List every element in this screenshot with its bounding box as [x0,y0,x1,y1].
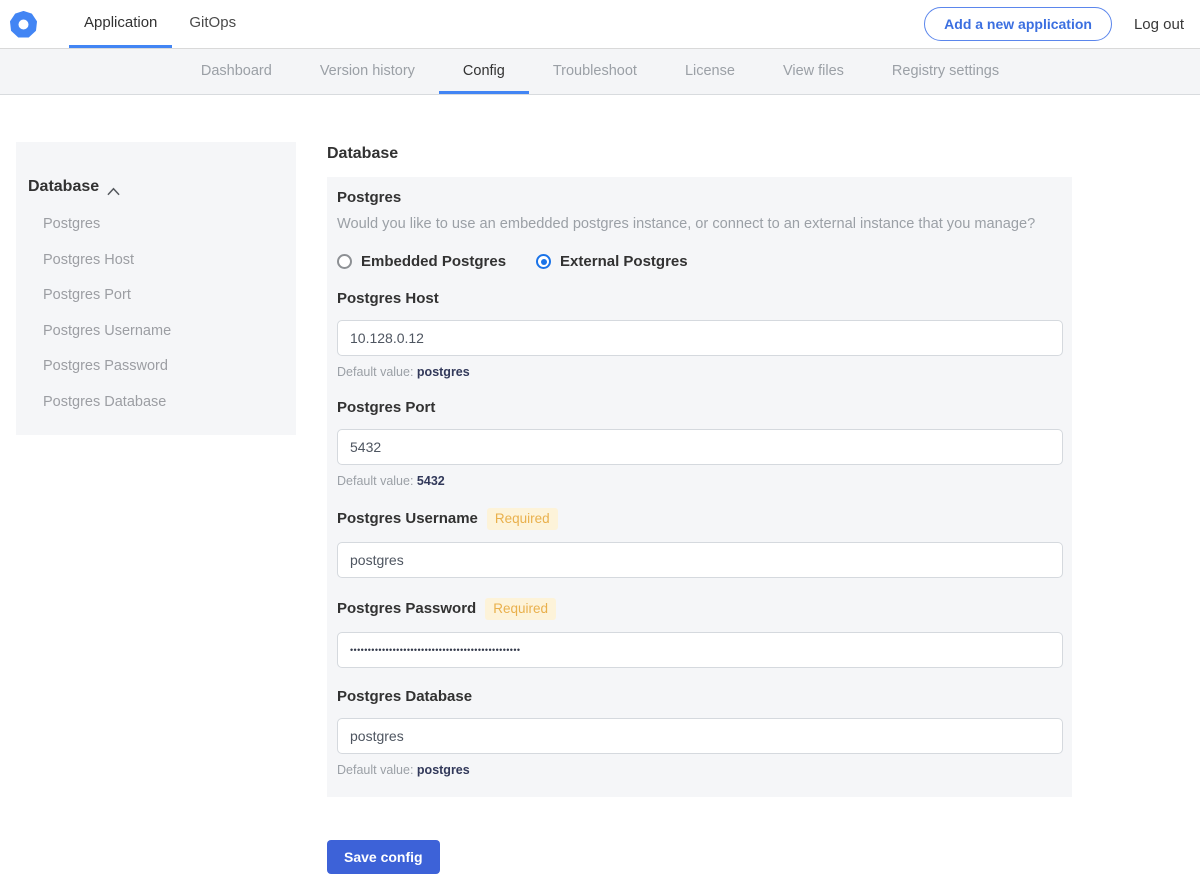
top-bar: Application GitOps Add a new application… [0,0,1200,48]
subnav-view-files[interactable]: View files [759,50,868,94]
sidebar-item-postgres-host[interactable]: Postgres Host [43,252,282,268]
field-postgres-host: Postgres Host [337,290,439,307]
subnav-dashboard[interactable]: Dashboard [177,50,296,94]
add-application-button[interactable]: Add a new application [924,7,1112,41]
tab-gitops[interactable]: GitOps [174,0,251,48]
config-layout: Database Postgres Postgres Host Postgres… [0,95,1200,875]
postgres-port-default: Default value: 5432 [337,474,445,488]
primary-tabs: Application GitOps [69,0,253,48]
subnav-version-history[interactable]: Version history [296,50,439,94]
save-row: Save config [327,840,1072,875]
required-badge: Required [485,598,557,621]
topbar-right: Add a new application Log out [924,0,1200,48]
save-config-button[interactable]: Save config [327,840,440,875]
chevron-up-icon [107,183,120,195]
config-main: Database Postgres Would you like to use … [327,142,1072,875]
required-badge: Required [486,508,558,531]
subnav-config[interactable]: Config [438,50,529,94]
subnav-troubleshoot[interactable]: Troubleshoot [529,50,661,94]
config-sidebar: Database Postgres Postgres Host Postgres… [16,142,296,435]
sidebar-group-label: Database [28,178,100,195]
radio-circle-icon [337,254,352,269]
postgres-host-default: Default value: postgres [337,365,470,379]
tab-application[interactable]: Application [69,0,173,48]
sidebar-item-list: Postgres Postgres Host Postgres Port Pos… [28,217,282,409]
postgres-password-input[interactable] [337,632,1063,669]
field-postgres-database: Postgres Database [337,688,473,706]
app-logo-icon [10,10,37,38]
postgres-mode-radio-group: Embedded Postgres External Postgres [337,253,1062,270]
sidebar-item-postgres[interactable]: Postgres [43,217,282,232]
app-subnav: Dashboard Version history Config Trouble… [0,48,1200,95]
sidebar-group-database[interactable]: Database [28,178,282,196]
postgres-port-input[interactable] [337,429,1063,465]
radio-external-postgres[interactable]: External Postgres [536,253,688,270]
sidebar-item-postgres-port[interactable]: Postgres Port [43,288,282,303]
field-postgres-port: Postgres Port [337,399,436,416]
sidebar-item-postgres-database[interactable]: Postgres Database [43,394,282,410]
postgres-database-default: Default value: postgres [337,763,470,778]
subnav-registry-settings[interactable]: Registry settings [868,50,1023,94]
subnav-license[interactable]: License [661,50,759,94]
group-label-postgres: Postgres [337,189,402,206]
field-postgres-password: Postgres Password Required [337,598,1062,621]
sidebar-item-postgres-username[interactable]: Postgres Username [43,323,282,339]
radio-circle-icon [536,254,552,269]
postgres-host-input[interactable] [337,320,1063,356]
config-group-panel: Postgres Would you like to use an embedd… [327,177,1072,798]
group-help-text: Would you like to use an embedded postgr… [337,216,1036,232]
radio-embedded-postgres[interactable]: Embedded Postgres [337,253,506,270]
sidebar-item-postgres-password[interactable]: Postgres Password [43,359,282,374]
field-postgres-username: Postgres Username Required [337,508,1062,531]
page-title: Database [327,145,399,162]
postgres-username-input[interactable] [337,542,1063,579]
postgres-database-input[interactable] [337,718,1063,755]
logout-button[interactable]: Log out [1134,16,1184,33]
